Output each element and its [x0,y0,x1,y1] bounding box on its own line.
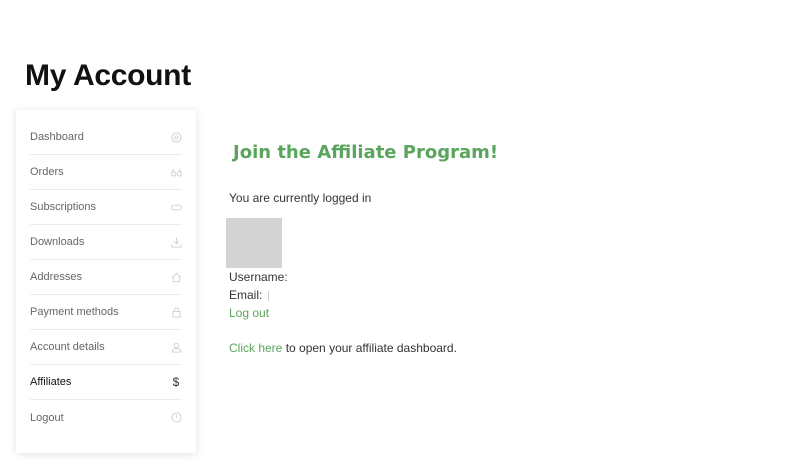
nav-item-orders[interactable]: Orders [30,155,182,190]
username-label: Username: [229,270,288,284]
dollar-icon: $ [172,375,180,389]
dashboard-text: to open your affiliate dashboard. [282,341,457,355]
nav-item-affiliates[interactable]: Affiliates $ [30,365,182,400]
nav-item-label: Logout [30,411,64,424]
nav-item-label: Subscriptions [30,201,97,213]
logged-in-text: You are currently logged in [229,191,372,205]
nav-item-dashboard[interactable]: Dashboard [30,120,182,155]
lock-icon [170,306,182,318]
user-icon [170,341,182,353]
nav-item-label: Affiliates [30,376,72,388]
nav-item-logout[interactable]: Logout [30,400,182,435]
nav-item-subscriptions[interactable]: Subscriptions [30,190,182,225]
nav-item-label: Dashboard [30,131,84,143]
account-page: My Account Dashboard Orders Subscription… [0,0,800,467]
nav-item-account-details[interactable]: Account details [30,330,182,365]
nav-item-payment-methods[interactable]: Payment methods [30,295,182,330]
username-line: Username: [229,268,769,286]
account-navigation: Dashboard Orders Subscriptions Downloads… [16,110,196,453]
affiliate-content: Join the Affiliate Program! You are curr… [226,140,769,357]
dashboard-icon [170,131,182,143]
download-icon [170,236,182,248]
subscriptions-icon [170,201,182,213]
email-line: Email: [229,286,769,304]
page-title: My Account [25,59,191,92]
nav-item-downloads[interactable]: Downloads [30,225,182,260]
email-value [267,290,269,301]
avatar [226,218,282,268]
dashboard-line: Click here to open your affiliate dashbo… [229,339,769,357]
nav-item-label: Account details [30,341,105,353]
nav-item-label: Payment methods [30,306,119,318]
nav-item-addresses[interactable]: Addresses [30,260,182,295]
home-icon [170,271,182,283]
affiliate-heading: Join the Affiliate Program! [233,142,499,163]
email-label: Email: [229,288,263,302]
orders-icon [170,166,182,178]
nav-item-label: Addresses [30,271,82,283]
logout-icon [170,412,182,424]
logout-link[interactable]: Log out [229,306,269,320]
nav-item-label: Downloads [30,236,85,248]
logout-line: Log out [229,304,769,322]
click-here-link[interactable]: Click here [229,341,282,355]
nav-item-label: Orders [30,166,64,178]
